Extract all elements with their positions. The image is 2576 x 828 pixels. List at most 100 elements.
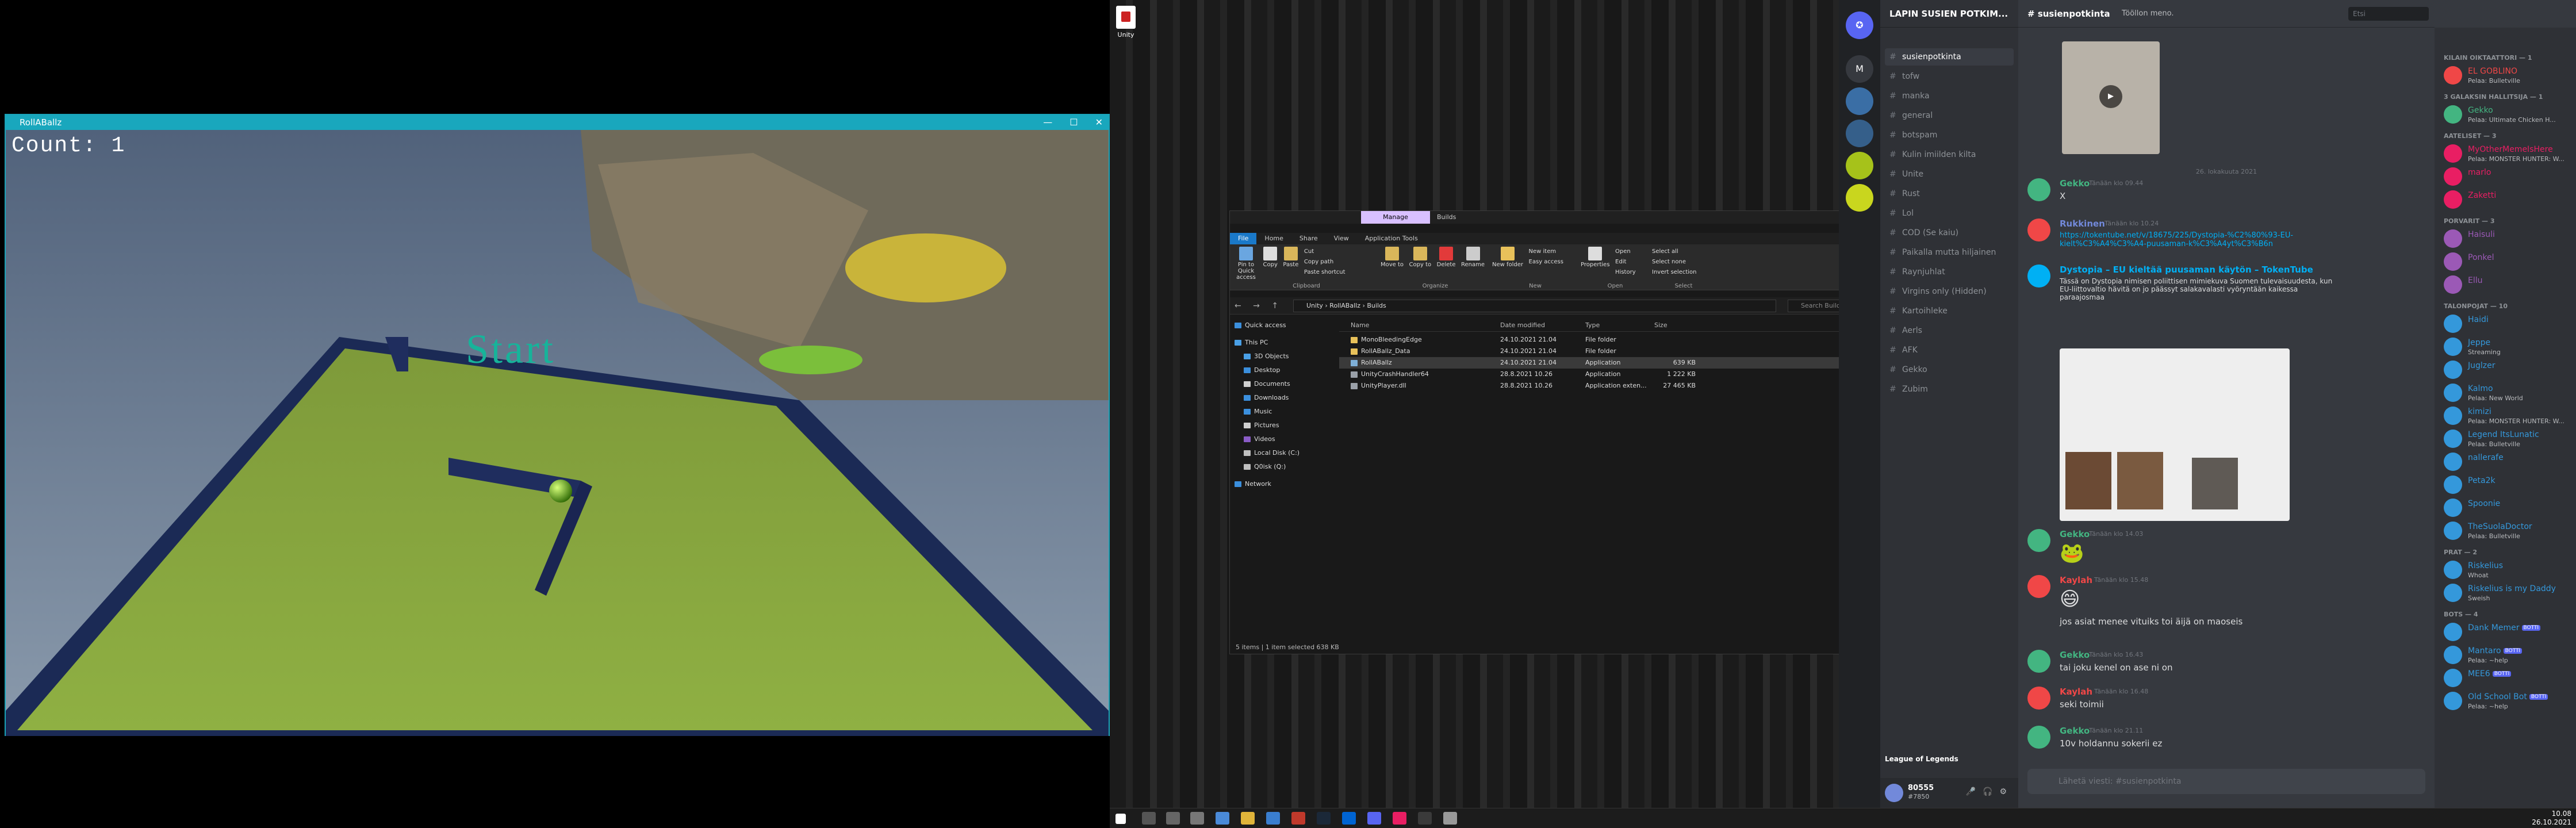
game-viewport[interactable]: Count: 1 Start [6,130,1109,736]
member-item[interactable]: Spoonie [2439,496,2575,520]
copy-path-button[interactable]: Copy path [1304,257,1346,267]
server-icon[interactable] [1846,120,1873,147]
member-item[interactable]: Peta2k [2439,473,2575,497]
member-item[interactable]: Riskelius is my Daddy Sweish [2439,581,2575,605]
message-input[interactable]: Lähetä viesti: #susienpotkinta [2027,769,2425,794]
member-item[interactable]: Legend ItsLunatic Pelaa: Bulletville [2439,427,2575,451]
nav-item[interactable]: Quick access [1235,319,1286,332]
manage-tab[interactable]: Manage [1361,211,1430,224]
start-menu-icon[interactable] [1116,814,1126,824]
member-item[interactable]: Gekko Pelaa: Ultimate Chicken H... [2439,102,2575,126]
member-item[interactable]: MyOtherMemeIsHere Pelaa: MONSTER HUNTER: … [2439,141,2575,166]
copy-button[interactable]: Copy [1263,247,1278,268]
gear-icon[interactable]: ⚙ [1999,787,2014,796]
search-input[interactable]: Etsi [2348,7,2429,21]
avatar[interactable] [2027,650,2050,673]
avatar[interactable] [2027,726,2050,749]
office-icon[interactable] [1291,812,1305,825]
minimize-button[interactable]: — [1043,115,1052,130]
member-item[interactable]: Kalmo Pelaa: New World [2439,381,2575,405]
channel-item[interactable]: # Paikalla mutta hiljainen [1885,244,2014,261]
channel-item[interactable]: # Aerls [1885,322,2014,339]
member-item[interactable]: Old School Bot BOTTI Pelaa: ~help [2439,689,2575,713]
properties-button[interactable]: Properties [1581,247,1610,268]
tab-home[interactable]: Home [1256,233,1291,244]
app-icon[interactable] [1393,812,1406,825]
channel-item[interactable]: # manka [1885,87,2014,105]
avatar[interactable] [2027,687,2050,710]
file-row[interactable]: MonoBleedingEdge 24.10.2021 21.04 File fol… [1339,334,1897,346]
navigation-arrows[interactable]: ← → ↑ [1235,297,1283,315]
member-item[interactable]: Jeppe Streaming [2439,335,2575,359]
select-all-button[interactable]: Select all [1652,247,1715,257]
game-titlebar[interactable]: RollABallz [6,115,1109,130]
member-item[interactable]: nallerafe [2439,450,2575,474]
delete-button[interactable]: Delete [1437,247,1456,268]
channel-item[interactable]: # tofw [1885,68,2014,85]
channel-item[interactable]: # Rust [1885,185,2014,202]
channel-item[interactable]: # Lol [1885,205,2014,222]
close-button[interactable]: ✕ [1095,115,1103,130]
message-author[interactable]: Gekko [2060,529,2090,539]
new-folder-button[interactable]: New folder [1492,247,1523,268]
nav-item[interactable]: 3D Objects [1244,350,1289,363]
invert-selection-button[interactable]: Invert selection [1652,267,1715,278]
channel-item[interactable]: # Kartoihleke [1885,302,2014,320]
message-author[interactable]: Gekko [2060,726,2090,736]
member-item[interactable]: Dank Memer BOTTI [2439,620,2575,644]
unity-desktop-shortcut[interactable]: Unity [1114,6,1137,46]
guild-name[interactable]: LAPIN SUSIEN POTKIM... [1880,0,2018,28]
tab-share[interactable]: Share [1291,233,1326,244]
chrome-icon[interactable] [1216,812,1229,825]
member-item[interactable]: Mantaro BOTTI Pelaa: ~help [2439,643,2575,667]
member-item[interactable]: Zaketti [2439,187,2575,212]
avatar[interactable] [2027,529,2050,552]
discord-home-icon[interactable]: ✪ [1846,12,1873,39]
easy-access-button[interactable]: Easy access [1529,257,1563,267]
game-taskbar-icon[interactable] [1443,812,1457,825]
new-item-button[interactable]: New item [1529,247,1563,257]
member-item[interactable]: Haisuli [2439,227,2575,251]
column-date-modified[interactable]: Date modified [1500,319,1545,332]
copy-to-button[interactable]: Copy to [1409,247,1431,268]
avatar[interactable] [2027,218,2050,241]
column-name[interactable]: Name [1351,319,1369,332]
task-view-icon[interactable] [1190,812,1204,825]
channel-item[interactable]: # Raynjuhlat [1885,263,2014,281]
nav-item[interactable]: Q0isk (Q:) [1244,461,1286,473]
paste-shortcut-button[interactable]: Paste shortcut [1304,267,1346,278]
tab-application-tools[interactable]: Application Tools [1357,233,1426,244]
cut-button[interactable]: Cut [1304,247,1346,257]
image-attachment[interactable] [2060,348,2290,521]
channel-item[interactable]: # botspam [1885,126,2014,144]
file-explorer-icon[interactable] [1241,812,1255,825]
move-to-button[interactable]: Move to [1381,247,1404,268]
select-none-button[interactable]: Select none [1652,257,1715,267]
channel-item[interactable]: # AFK [1885,342,2014,359]
avatar[interactable] [2027,264,2050,288]
nav-item[interactable]: Desktop [1244,364,1280,377]
server-icon[interactable]: M [1846,55,1873,83]
message-author[interactable]: Gekko [2060,650,2090,660]
file-row[interactable]: UnityPlayer.dll 28.8.2021 10.26 Applicatio… [1339,380,1897,392]
discord-icon[interactable] [1367,812,1381,825]
member-item[interactable]: Ellu [2439,273,2575,297]
tab-view[interactable]: View [1326,233,1357,244]
open-button[interactable]: Open [1615,247,1636,257]
message-author[interactable]: Kaylah [2060,687,2092,697]
member-item[interactable]: Riskelius Whoat [2439,558,2575,582]
cortana-icon[interactable] [1166,812,1180,825]
nav-item[interactable]: Documents [1244,378,1290,390]
explorer-titlebar[interactable] [1230,211,1902,224]
microphone-icon[interactable]: 🎤 [1966,787,1983,796]
column-type[interactable]: Type [1585,319,1600,332]
battle-net-icon[interactable] [1342,812,1356,825]
search-icon[interactable] [1142,812,1156,825]
unity-taskbar-icon[interactable] [1418,812,1432,825]
avatar[interactable] [2027,575,2050,598]
server-icon[interactable] [1846,152,1873,179]
channel-item[interactable]: # Unite [1885,166,2014,183]
server-icon[interactable] [1846,184,1873,212]
file-row[interactable]: RollABallz 24.10.2021 21.04 Application 639… [1339,357,1897,369]
clock[interactable]: 10.08 26.10.2021 [2532,810,2571,827]
